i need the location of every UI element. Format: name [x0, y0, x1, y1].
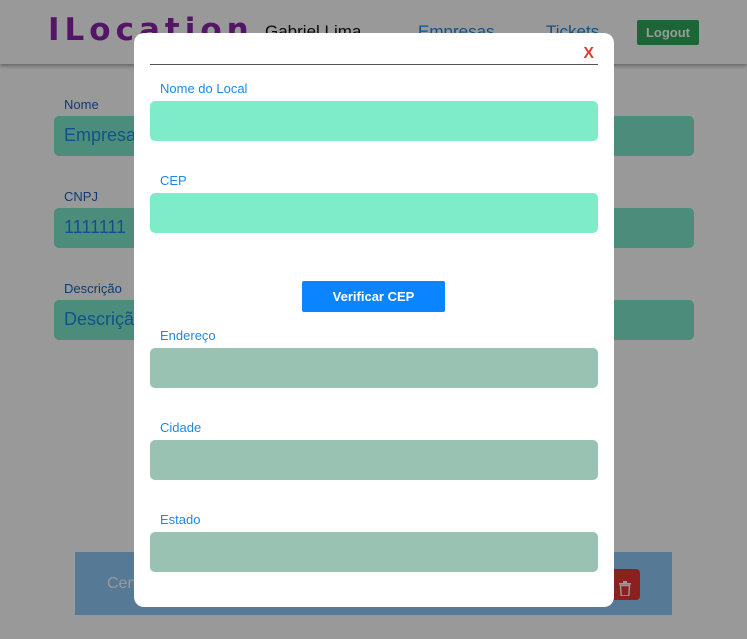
cep-input[interactable] — [150, 193, 598, 233]
estado-input[interactable] — [150, 532, 598, 572]
cidade-input[interactable] — [150, 440, 598, 480]
cep-label: CEP — [160, 173, 187, 188]
close-modal-button[interactable]: X — [583, 45, 594, 63]
modal-divider — [150, 64, 598, 65]
verificar-cep-button[interactable]: Verificar CEP — [302, 281, 445, 312]
cidade-label: Cidade — [160, 420, 202, 435]
estado-label: Estado — [160, 512, 201, 527]
add-location-modal: X Nome do Local CEP Verificar CEP Endere… — [134, 33, 614, 607]
nome-do-local-label: Nome do Local — [160, 81, 248, 96]
endereco-label: Endereço — [160, 328, 216, 343]
endereco-input[interactable] — [150, 348, 598, 388]
nome-do-local-input[interactable] — [150, 101, 598, 141]
